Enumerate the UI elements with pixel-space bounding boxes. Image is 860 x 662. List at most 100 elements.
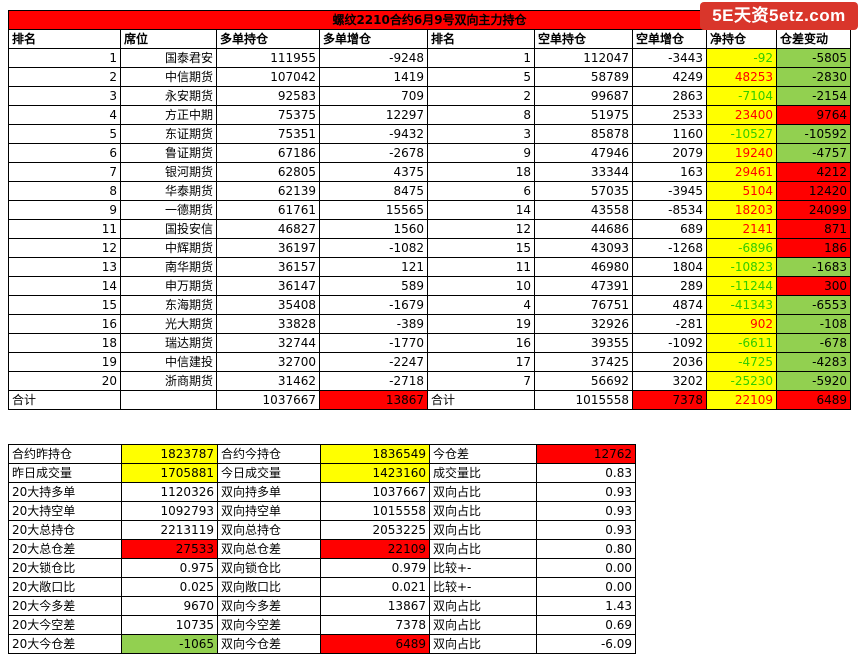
long-position-cell[interactable]: 32700 xyxy=(216,352,320,372)
summary-label[interactable]: 20大总持仓 xyxy=(8,520,122,540)
summary-label[interactable]: 双向占比 xyxy=(428,596,538,616)
long-change-cell[interactable]: -389 xyxy=(319,314,428,334)
summary-value[interactable]: 0.93 xyxy=(536,482,636,502)
summary-value[interactable]: 1092793 xyxy=(120,501,218,521)
summary-value[interactable]: 6489 xyxy=(320,634,430,654)
long-change-cell[interactable]: 4375 xyxy=(319,162,428,182)
net-position-cell[interactable]: 19240 xyxy=(706,143,777,163)
short-position-cell[interactable]: 76751 xyxy=(534,295,633,315)
position-diff-cell[interactable]: -678 xyxy=(775,333,852,353)
position-diff-cell[interactable]: 4212 xyxy=(775,162,852,182)
summary-value[interactable]: 1120326 xyxy=(120,482,218,502)
short-change-cell[interactable]: 163 xyxy=(632,162,707,182)
rank-cell[interactable]: 8 xyxy=(8,181,121,201)
long-change-cell[interactable]: 12297 xyxy=(319,105,428,125)
summary-value[interactable]: 12762 xyxy=(536,444,636,464)
summary-label[interactable]: 20大今多差 xyxy=(8,596,122,616)
position-diff-cell[interactable]: 9764 xyxy=(775,105,852,125)
seat-cell[interactable]: 中信期货 xyxy=(120,67,217,87)
rank-cell[interactable]: 6 xyxy=(8,143,121,163)
summary-label[interactable]: 合约今持仓 xyxy=(216,444,322,464)
summary-value[interactable]: 0.00 xyxy=(536,577,636,597)
summary-value[interactable]: -6.09 xyxy=(536,634,636,654)
summary-label[interactable]: 20大今仓差 xyxy=(8,634,122,654)
summary-label[interactable]: 双向占比 xyxy=(428,482,538,502)
short-rank-cell[interactable]: 1 xyxy=(427,48,535,68)
short-position-cell[interactable]: 39355 xyxy=(534,333,633,353)
short-rank-cell[interactable]: 14 xyxy=(427,200,535,220)
long-change-cell[interactable]: -1770 xyxy=(319,333,428,353)
long-change-cell[interactable]: -2718 xyxy=(319,371,428,391)
long-change-cell[interactable]: 121 xyxy=(319,257,428,277)
short-position-cell[interactable]: 33344 xyxy=(534,162,633,182)
rank-cell[interactable]: 11 xyxy=(8,219,121,239)
total-label[interactable]: 合计 xyxy=(427,390,535,410)
short-position-cell[interactable]: 56692 xyxy=(534,371,633,391)
summary-value[interactable]: 0.83 xyxy=(536,463,636,483)
summary-value[interactable]: 10735 xyxy=(120,615,218,635)
short-rank-cell[interactable]: 18 xyxy=(427,162,535,182)
position-diff-cell[interactable]: -5920 xyxy=(775,371,852,391)
header-cell[interactable]: 多单持仓 xyxy=(216,29,320,49)
long-change-cell[interactable]: -1679 xyxy=(319,295,428,315)
position-diff-cell[interactable]: 186 xyxy=(775,238,852,258)
summary-label[interactable]: 20大锁仓比 xyxy=(8,558,122,578)
short-position-cell[interactable]: 99687 xyxy=(534,86,633,106)
summary-label[interactable]: 双向敞口比 xyxy=(216,577,322,597)
short-position-cell[interactable]: 112047 xyxy=(534,48,633,68)
short-change-cell[interactable]: 4874 xyxy=(632,295,707,315)
summary-label[interactable]: 双向持空单 xyxy=(216,501,322,521)
total-short-change-cell[interactable]: 7378 xyxy=(632,390,707,410)
seat-cell[interactable]: 申万期货 xyxy=(120,276,217,296)
short-rank-cell[interactable]: 11 xyxy=(427,257,535,277)
short-position-cell[interactable]: 47946 xyxy=(534,143,633,163)
rank-cell[interactable]: 2 xyxy=(8,67,121,87)
summary-value[interactable]: 0.021 xyxy=(320,577,430,597)
summary-value[interactable]: -1065 xyxy=(120,634,218,654)
position-diff-cell[interactable]: -108 xyxy=(775,314,852,334)
short-change-cell[interactable]: -1268 xyxy=(632,238,707,258)
summary-label[interactable]: 合约昨持仓 xyxy=(8,444,122,464)
position-diff-cell[interactable]: -10592 xyxy=(775,124,852,144)
seat-cell[interactable]: 国泰君安 xyxy=(120,48,217,68)
short-rank-cell[interactable]: 10 xyxy=(427,276,535,296)
position-diff-cell[interactable]: -6553 xyxy=(775,295,852,315)
summary-label[interactable]: 双向占比 xyxy=(428,501,538,521)
long-position-cell[interactable]: 75375 xyxy=(216,105,320,125)
net-position-cell[interactable]: -10527 xyxy=(706,124,777,144)
short-change-cell[interactable]: -3945 xyxy=(632,181,707,201)
short-rank-cell[interactable]: 7 xyxy=(427,371,535,391)
net-position-cell[interactable]: 18203 xyxy=(706,200,777,220)
short-change-cell[interactable]: 3202 xyxy=(632,371,707,391)
summary-value[interactable]: 13867 xyxy=(320,596,430,616)
long-position-cell[interactable]: 92583 xyxy=(216,86,320,106)
seat-cell[interactable]: 光大期货 xyxy=(120,314,217,334)
header-cell[interactable]: 排名 xyxy=(8,29,121,49)
net-position-cell[interactable]: -4725 xyxy=(706,352,777,372)
summary-label[interactable]: 20大总仓差 xyxy=(8,539,122,559)
short-change-cell[interactable]: 689 xyxy=(632,219,707,239)
short-position-cell[interactable]: 85878 xyxy=(534,124,633,144)
long-change-cell[interactable]: 8475 xyxy=(319,181,428,201)
short-change-cell[interactable]: 2533 xyxy=(632,105,707,125)
position-diff-cell[interactable]: -2830 xyxy=(775,67,852,87)
net-position-cell[interactable]: -25230 xyxy=(706,371,777,391)
long-position-cell[interactable]: 35408 xyxy=(216,295,320,315)
long-position-cell[interactable]: 36147 xyxy=(216,276,320,296)
short-position-cell[interactable]: 32926 xyxy=(534,314,633,334)
short-change-cell[interactable]: 2079 xyxy=(632,143,707,163)
header-cell[interactable]: 空单持仓 xyxy=(534,29,633,49)
seat-cell[interactable]: 南华期货 xyxy=(120,257,217,277)
long-change-cell[interactable]: 15565 xyxy=(319,200,428,220)
summary-label[interactable]: 双向占比 xyxy=(428,539,538,559)
rank-cell[interactable]: 15 xyxy=(8,295,121,315)
rank-cell[interactable]: 4 xyxy=(8,105,121,125)
long-position-cell[interactable]: 67186 xyxy=(216,143,320,163)
short-change-cell[interactable]: -8534 xyxy=(632,200,707,220)
total-long-change-cell[interactable]: 13867 xyxy=(319,390,428,410)
long-position-cell[interactable]: 62805 xyxy=(216,162,320,182)
seat-cell[interactable]: 国投安信 xyxy=(120,219,217,239)
position-diff-cell[interactable]: -4757 xyxy=(775,143,852,163)
short-position-cell[interactable]: 44686 xyxy=(534,219,633,239)
position-diff-cell[interactable]: -1683 xyxy=(775,257,852,277)
